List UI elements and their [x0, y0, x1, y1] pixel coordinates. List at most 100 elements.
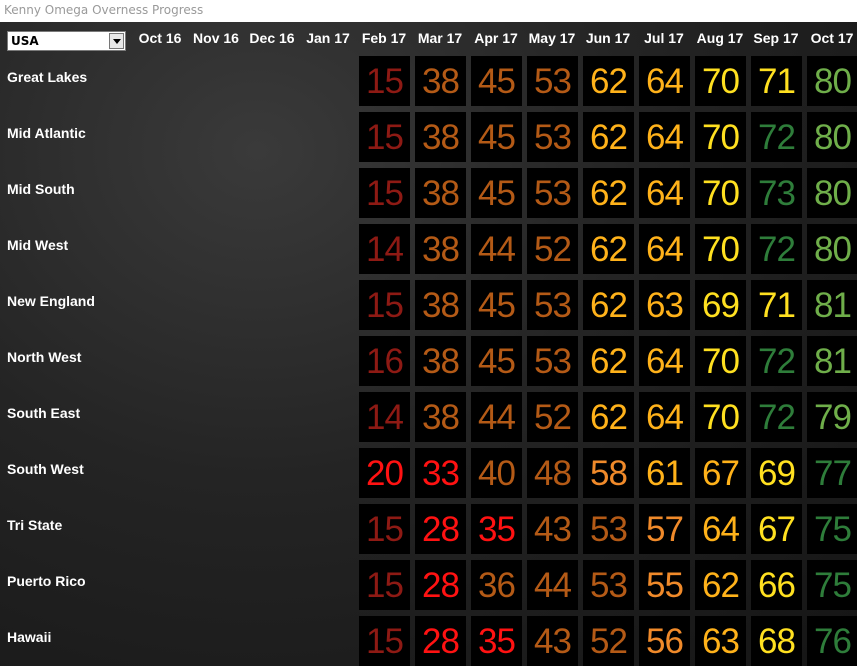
progress-value-cell: 72	[751, 336, 802, 386]
progress-value-cell: 75	[807, 504, 857, 554]
progress-value-cell: 62	[583, 336, 634, 386]
progress-value-cell: 81	[807, 336, 857, 386]
region-label: Hawaii	[7, 629, 52, 645]
progress-value-cell: 52	[583, 616, 634, 666]
region-row: Puerto Rico 15 28 36 44 53 55 62 66 75	[0, 560, 857, 616]
progress-value-cell: 70	[695, 168, 746, 218]
region-label: South West	[7, 461, 84, 477]
progress-value-cell: 64	[639, 392, 690, 442]
month-header: Oct 16 Nov 16 Dec 16 Jan 17 Feb 17 Mar 17 Apr …	[0, 22, 857, 56]
progress-value-cell: 38	[415, 336, 466, 386]
progress-value-cell: 56	[639, 616, 690, 666]
progress-value-cell: 44	[471, 224, 522, 274]
progress-value-cell: 15	[359, 504, 410, 554]
progress-value-cell: 15	[359, 168, 410, 218]
progress-value-cell: 38	[415, 112, 466, 162]
progress-value-cell: 52	[527, 392, 578, 442]
progress-value-cell: 15	[359, 280, 410, 330]
month-header-label: Jun 17	[585, 30, 631, 46]
progress-value-cell: 53	[527, 112, 578, 162]
progress-value-cell: 72	[751, 224, 802, 274]
progress-value-cell: 15	[359, 112, 410, 162]
region-label: Mid Atlantic	[7, 125, 86, 141]
region-row: Great Lakes 15 38 45 53 62 64 70 71 80	[0, 56, 857, 112]
progress-value-cell: 45	[471, 280, 522, 330]
progress-value-cell: 70	[695, 392, 746, 442]
progress-value-cell: 80	[807, 224, 857, 274]
progress-value-cell: 28	[415, 616, 466, 666]
progress-value-cell: 53	[527, 56, 578, 106]
region-row: Mid West 14 38 44 52 62 64 70 72 80	[0, 224, 857, 280]
chevron-down-icon[interactable]	[109, 33, 124, 49]
progress-value-cell: 64	[695, 504, 746, 554]
progress-value-cell: 81	[807, 280, 857, 330]
progress-value-cell: 15	[359, 56, 410, 106]
progress-value-cell: 45	[471, 56, 522, 106]
progress-value-cell: 76	[807, 616, 857, 666]
progress-value-cell: 36	[471, 560, 522, 610]
progress-value-cell: 44	[471, 392, 522, 442]
region-label: Great Lakes	[7, 69, 88, 85]
progress-value-cell: 43	[527, 504, 578, 554]
region-label: Puerto Rico	[7, 573, 86, 589]
progress-value-cell: 80	[807, 112, 857, 162]
progress-value-cell: 72	[751, 392, 802, 442]
progress-value-cell: 70	[695, 56, 746, 106]
month-header-label: Sep 17	[753, 30, 799, 46]
region-row: South East 14 38 44 52 62 64 70 72 79	[0, 392, 857, 448]
progress-value-cell: 64	[639, 112, 690, 162]
progress-value-cell: 38	[415, 280, 466, 330]
progress-value-cell: 38	[415, 224, 466, 274]
month-header-label: May 17	[528, 30, 576, 46]
progress-value-cell: 14	[359, 392, 410, 442]
progress-value-cell: 57	[639, 504, 690, 554]
progress-value-cell: 62	[583, 392, 634, 442]
progress-value-cell: 52	[527, 224, 578, 274]
progress-value-cell: 64	[639, 168, 690, 218]
progress-panel: Oct 16 Nov 16 Dec 16 Jan 17 Feb 17 Mar 17 Apr …	[0, 22, 857, 666]
region-row: North West 16 38 45 53 62 64 70 72 81	[0, 336, 857, 392]
month-header-label: Jul 17	[644, 30, 684, 46]
progress-value-cell: 38	[415, 392, 466, 442]
progress-value-cell: 16	[359, 336, 410, 386]
progress-value-cell: 58	[583, 448, 634, 498]
progress-value-cell: 62	[583, 112, 634, 162]
region-label: North West	[7, 349, 82, 365]
region-row: Mid Atlantic 15 38 45 53 62 64 70 72 80	[0, 112, 857, 168]
progress-value-cell: 64	[639, 336, 690, 386]
progress-value-cell: 53	[527, 336, 578, 386]
progress-value-cell: 66	[751, 560, 802, 610]
region-label: Mid West	[7, 237, 69, 253]
region-label: Mid South	[7, 181, 75, 197]
progress-value-cell: 53	[527, 168, 578, 218]
region-label: New England	[7, 293, 95, 309]
region-dropdown[interactable]: USA	[7, 31, 126, 51]
progress-value-cell: 62	[583, 280, 634, 330]
progress-value-cell: 79	[807, 392, 857, 442]
progress-value-cell: 63	[695, 616, 746, 666]
progress-value-cell: 69	[751, 448, 802, 498]
progress-value-cell: 69	[695, 280, 746, 330]
progress-value-cell: 68	[751, 616, 802, 666]
region-row: Hawaii 15 28 35 43 52 56 63 68 76	[0, 616, 857, 666]
progress-value-cell: 43	[527, 616, 578, 666]
progress-value-cell: 61	[639, 448, 690, 498]
progress-value-cell: 40	[471, 448, 522, 498]
progress-value-cell: 70	[695, 224, 746, 274]
progress-value-cell: 33	[415, 448, 466, 498]
progress-value-cell: 35	[471, 616, 522, 666]
progress-value-cell: 71	[751, 56, 802, 106]
progress-value-cell: 70	[695, 336, 746, 386]
region-label: South East	[7, 405, 81, 421]
progress-value-cell: 70	[695, 112, 746, 162]
progress-value-cell: 80	[807, 168, 857, 218]
progress-value-cell: 15	[359, 616, 410, 666]
progress-value-cell: 28	[415, 560, 466, 610]
window-title: Kenny Omega Overness Progress	[0, 0, 857, 22]
progress-value-cell: 38	[415, 168, 466, 218]
month-header-label: Oct 16	[138, 30, 182, 46]
progress-value-cell: 67	[695, 448, 746, 498]
progress-value-cell: 45	[471, 168, 522, 218]
region-row: Tri State 15 28 35 43 53 57 64 67 75	[0, 504, 857, 560]
month-header-label: Jan 17	[306, 30, 350, 46]
